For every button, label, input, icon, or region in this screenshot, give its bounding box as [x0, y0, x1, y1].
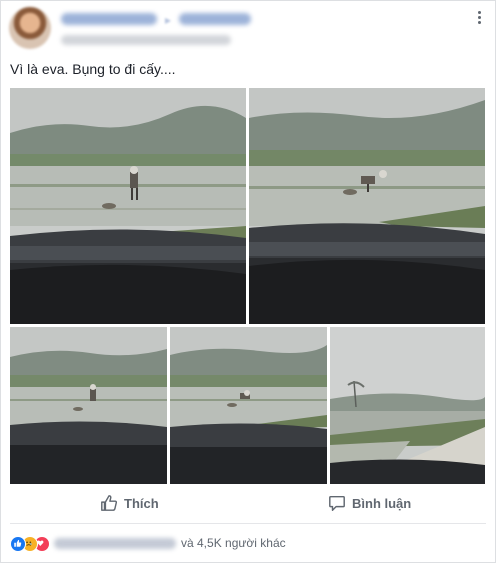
photo-rural-road[interactable]: [330, 327, 485, 484]
post-header: ▸: [9, 7, 489, 51]
author-avatar[interactable]: [9, 7, 51, 49]
post-caption: Vì là eva. Bụng to đi cấy....: [10, 61, 176, 77]
photo-rice-field-3[interactable]: [10, 327, 167, 484]
post-actions-bar: Thích Bình luận: [10, 487, 486, 519]
reactions-summary[interactable]: và 4,5K người khác: [10, 533, 486, 555]
divider: [10, 523, 486, 524]
feed-post: ▸ Vì là eva. Bụng to đi cấy.... Thích Bì…: [0, 0, 496, 563]
thumbs-up-icon: [101, 495, 118, 511]
like-icon: [10, 536, 26, 552]
author-name-blurred[interactable]: ▸: [61, 13, 261, 27]
photo-rice-field-4[interactable]: [170, 327, 327, 484]
photo-rice-field-1[interactable]: [10, 88, 246, 324]
comment-label: Bình luận: [352, 495, 412, 511]
reaction-count-text: và 4,5K người khác: [181, 536, 286, 550]
more-options-icon[interactable]: [471, 9, 487, 25]
like-label: Thích: [124, 495, 159, 511]
reaction-names-blurred: [54, 538, 176, 549]
comment-icon: [329, 495, 345, 511]
like-button[interactable]: Thích: [100, 487, 159, 519]
comment-button[interactable]: Bình luận: [328, 487, 411, 519]
post-timestamp-blurred[interactable]: [61, 35, 231, 45]
photo-rice-field-2[interactable]: [249, 88, 485, 324]
